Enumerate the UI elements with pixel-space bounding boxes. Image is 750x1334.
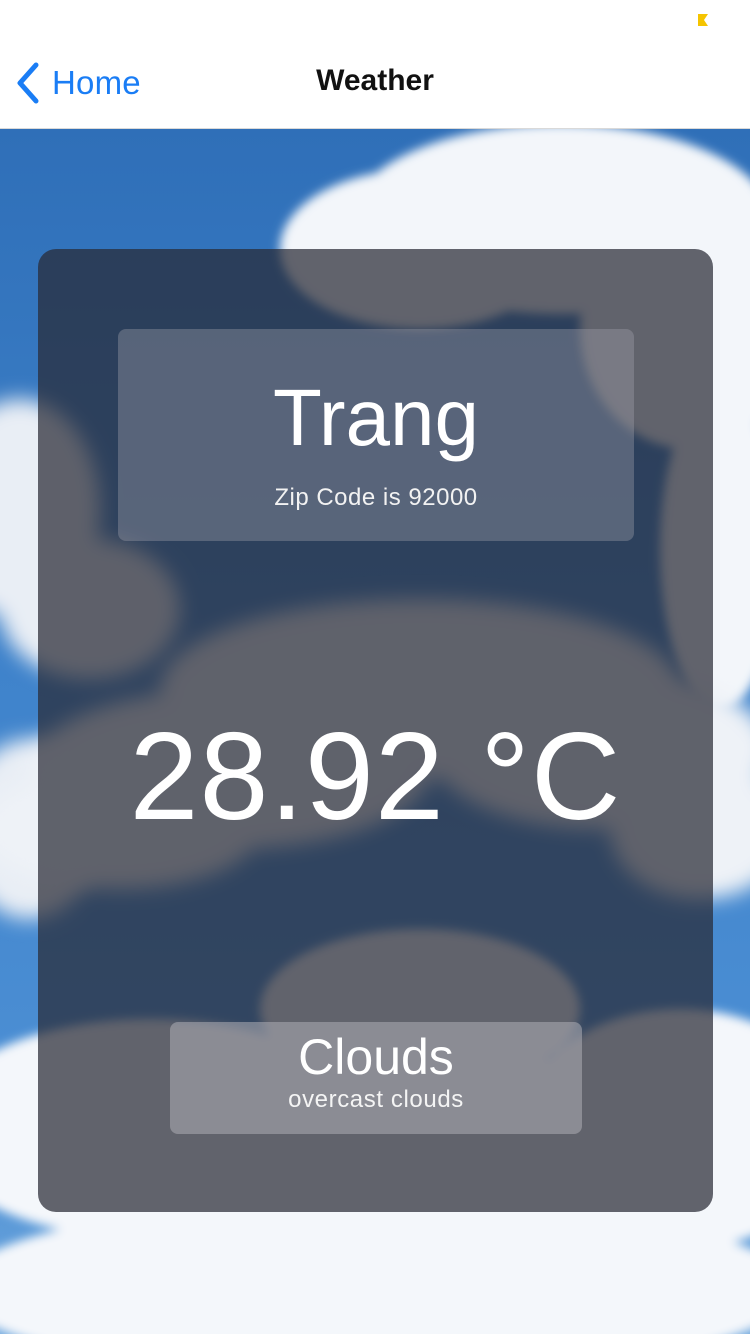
weather-card: Trang Zip Code is 92000 28.92 °C Clouds …: [38, 249, 713, 1212]
weather-screen: Home Weather Trang Zip Code is 92000 28.…: [0, 0, 750, 1334]
status-bar: [0, 0, 750, 40]
page-title: Weather: [316, 64, 434, 97]
city-name: Trang: [272, 373, 479, 462]
condition-description: overcast clouds: [288, 1086, 464, 1113]
status-indicator-icon: [694, 12, 710, 28]
zip-code-text: Zip Code is 92000: [274, 484, 478, 511]
navigation-bar: Home Weather: [0, 40, 750, 129]
temperature-value: 28.92 °C: [129, 708, 622, 846]
condition-label: Clouds: [298, 1029, 454, 1085]
condition-panel: Clouds overcast clouds: [170, 1022, 582, 1134]
city-panel: Trang Zip Code is 92000: [118, 329, 634, 541]
